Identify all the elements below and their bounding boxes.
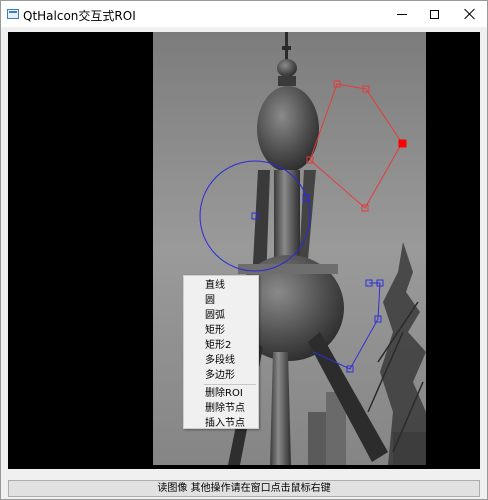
menu-separator xyxy=(204,384,256,385)
close-icon xyxy=(464,8,476,20)
maximize-icon xyxy=(429,9,439,19)
close-button[interactable] xyxy=(453,1,487,27)
menu-item-arc[interactable]: 圆弧 xyxy=(184,308,258,323)
menu-item-polyline[interactable]: 多段线 xyxy=(184,353,258,368)
menu-item-circle[interactable]: 圆 xyxy=(184,293,258,308)
app-window: QtHalcon交互式ROI 直线 圆 圆弧 矩形 矩形2 多段线 多边形 删除… xyxy=(0,0,488,500)
polygon-roi-active-handle[interactable] xyxy=(398,139,407,148)
menu-item-polygon[interactable]: 多边形 xyxy=(184,368,258,383)
window-title: QtHalcon交互式ROI xyxy=(23,9,136,23)
minimize-icon xyxy=(397,13,407,15)
status-bar: 读图像 其他操作请在窗口点击鼠标右键 xyxy=(8,480,480,497)
window-app-icon xyxy=(7,9,19,19)
menu-item-rectangle[interactable]: 矩形 xyxy=(184,323,258,338)
minimize-button[interactable] xyxy=(385,1,419,27)
menu-item-delete-node[interactable]: 删除节点 xyxy=(184,401,258,416)
menu-item-line[interactable]: 直线 xyxy=(184,278,258,293)
title-bar: QtHalcon交互式ROI xyxy=(1,1,487,27)
menu-item-delete-roi[interactable]: 删除ROI xyxy=(184,386,258,401)
maximize-button[interactable] xyxy=(417,1,451,27)
context-menu: 直线 圆 圆弧 矩形 矩形2 多段线 多边形 删除ROI 删除节点 插入节点 xyxy=(183,275,259,429)
menu-item-insert-node[interactable]: 插入节点 xyxy=(184,416,258,431)
menu-item-rectangle2[interactable]: 矩形2 xyxy=(184,338,258,353)
